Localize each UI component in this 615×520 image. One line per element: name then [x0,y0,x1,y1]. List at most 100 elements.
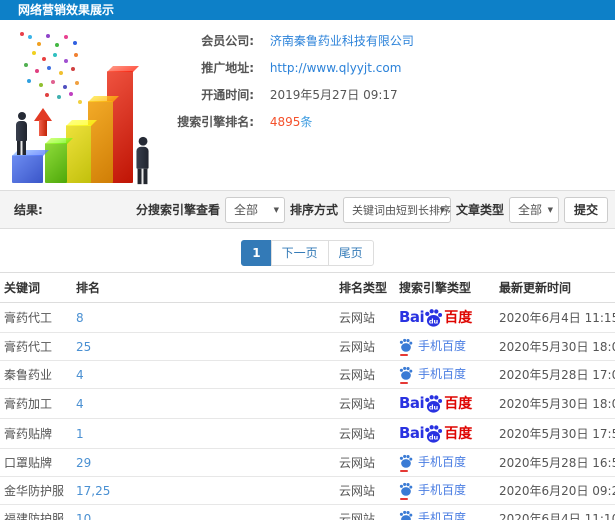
rank-link[interactable]: 10 [76,512,91,520]
cell-keyword: 福建防护服 [0,504,72,520]
chart-bar-orange [88,101,113,183]
chart-bar-blue [12,155,43,183]
svg-text:du: du [429,433,439,441]
table-row: 秦鲁药业 4 云网站 手机百度 2020年5月28日 17:02 [0,360,615,389]
table-row: 膏药贴牌 1 云网站 Bai du 百度 2020年5月30日 17:58 [0,418,615,449]
summary-section: 会员公司: 济南秦鲁药业科技有限公司 推广地址: http://www.qlyy… [0,20,615,185]
results-table-body: 膏药代工 8 云网站 Bai du 百度 2020年6月4日 11:15 膏药代工 25 云网站手… [0,302,615,520]
cell-engine: 手机百度 [395,448,495,477]
mobile-baidu-logo: 手机百度 [399,338,466,356]
table-row: 口罩贴牌 29 云网站 手机百度 2020年5月28日 16:55 [0,448,615,477]
header-rank-type: 排名类型 [335,272,395,303]
chart-bar-yellow [66,125,91,183]
cell-rank: 8 [72,302,335,333]
pagination-next[interactable]: 下一页 [270,240,329,266]
cell-updated: 2020年5月30日 18:06 [495,332,615,361]
promo-url-label: 推广地址: [201,61,254,75]
cell-rank: 25 [72,332,335,361]
chevron-down-icon: ▼ [439,205,445,214]
company-label: 会员公司: [201,34,254,48]
cell-rank-type: 云网站 [335,388,395,419]
baidu-logo: Bai du 百度 [399,424,473,443]
red-up-arrow-icon [34,108,52,136]
table-row: 金华防护服 17,25 云网站 手机百度 2020年6月20日 09:25 [0,476,615,505]
sort-value: 关键词由短到长排序 [351,203,451,217]
header-rank: 排名 [72,272,335,303]
engine-rank-label: 搜索引擎排名: [177,115,254,129]
baidu-logo: Bai du 百度 [399,308,473,327]
rank-link[interactable]: 4 [76,397,84,411]
cell-updated: 2020年6月4日 11:10 [495,504,615,520]
cell-engine: Bai du 百度 [395,302,495,333]
baidu-paw-icon [399,338,413,352]
promo-url-link[interactable]: http://www.qlyyjt.com [270,61,402,75]
mobile-baidu-logo: 手机百度 [399,454,466,472]
cell-updated: 2020年5月28日 17:02 [495,360,615,389]
page-title: 网络营销效果展示 [18,3,115,17]
cell-keyword: 膏药加工 [0,388,72,419]
submit-button[interactable]: 提交 [563,196,608,223]
bar-chart-graphic [0,28,170,185]
cell-rank-type: 云网站 [335,332,395,361]
table-header-row: 关键词 排名 排名类型 搜索引擎类型 最新更新时间 [0,272,615,303]
cell-rank: 4 [72,388,335,419]
table-row: 福建防护服 10 云网站 手机百度 2020年6月4日 11:10 [0,504,615,520]
header-engine-type: 搜索引擎类型 [395,272,495,303]
cell-rank: 4 [72,360,335,389]
filter-controls: 分搜索引擎查看 全部 ▼ 排序方式 关键词由短到长排序 ▼ 文章类型 全部 ▼ … [136,196,608,223]
baidu-paw-icon: du [425,309,443,327]
engine-rank-value: 4895条 [270,115,313,129]
mobile-baidu-logo: 手机百度 [399,510,466,520]
rank-link[interactable]: 25 [76,340,91,354]
svg-text:du: du [429,403,439,411]
engine-filter-select[interactable]: 全部 ▼ [224,196,285,223]
cell-rank-type: 云网站 [335,418,395,449]
baidu-paw-icon [399,510,413,520]
cell-rank: 1 [72,418,335,449]
window-titlebar: 网络营销效果展示 [0,0,615,20]
cell-rank-type: 云网站 [335,476,395,505]
chevron-down-icon: ▼ [547,205,553,214]
mobile-baidu-logo: 手机百度 [399,482,466,500]
rank-link[interactable]: 29 [76,456,91,470]
cell-keyword: 膏药贴牌 [0,418,72,449]
pagination-last[interactable]: 尾页 [327,240,374,266]
pagination: 1 下一页 尾页 [0,240,615,266]
cell-updated: 2020年5月30日 18:03 [495,388,615,419]
rank-link[interactable]: 17,25 [76,484,110,498]
table-row: 膏药代工 8 云网站 Bai du 百度 2020年6月4日 11:15 [0,302,615,333]
cell-keyword: 口罩贴牌 [0,448,72,477]
page: 网络营销效果展示 会员公司: 济南秦鲁药业科技有限公司 推广地址: http:/… [0,0,615,520]
businessman-figure-right [136,136,149,185]
table-row: 膏药代工 25 云网站 手机百度 2020年5月30日 18:06 [0,332,615,361]
company-row: 会员公司: 济南秦鲁药业科技有限公司 [170,32,615,59]
open-time-value: 2019年5月27日 09:17 [269,88,398,102]
pagination-page-1[interactable]: 1 [241,240,272,266]
sort-select[interactable]: 关键词由短到长排序 ▼ [342,196,451,223]
article-type-select[interactable]: 全部 ▼ [508,196,559,223]
cell-keyword: 膏药代工 [0,302,72,333]
confetti-decoration [20,32,24,36]
rank-link[interactable]: 4 [76,368,84,382]
cell-keyword: 秦鲁药业 [0,360,72,389]
header-keyword: 关键词 [0,272,72,303]
article-type-value: 全部 [517,203,542,217]
chart-bar-green [45,143,67,183]
cell-rank: 10 [72,504,335,520]
cell-keyword: 膏药代工 [0,332,72,361]
rank-link[interactable]: 1 [76,427,84,441]
cell-rank: 29 [72,448,335,477]
cell-updated: 2020年5月30日 17:58 [495,418,615,449]
cell-rank: 17,25 [72,476,335,505]
chevron-down-icon: ▼ [273,205,279,214]
cell-rank-type: 云网站 [335,302,395,333]
cell-engine: 手机百度 [395,332,495,361]
cell-engine: Bai du 百度 [395,418,495,449]
baidu-paw-icon [399,482,413,496]
open-time-label: 开通时间: [201,88,254,102]
company-name-link[interactable]: 济南秦鲁药业科技有限公司 [270,34,414,48]
baidu-logo: Bai du 百度 [399,394,473,413]
results-table: 关键词 排名 排名类型 搜索引擎类型 最新更新时间 膏药代工 8 云网站 Bai du 百… [0,272,615,520]
rank-link[interactable]: 8 [76,311,84,325]
sort-label: 排序方式 [289,203,338,217]
